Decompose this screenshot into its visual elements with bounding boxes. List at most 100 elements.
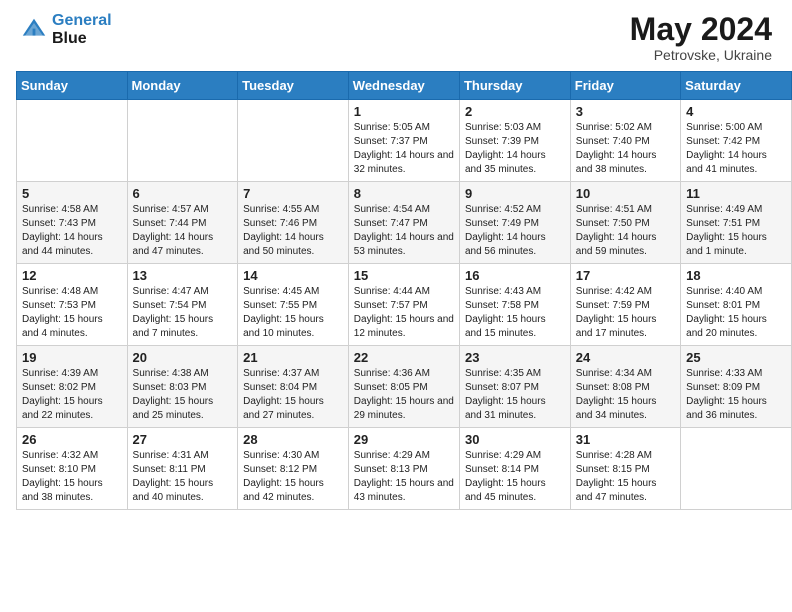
calendar-cell: 6 Sunrise: 4:57 AMSunset: 7:44 PMDaylight… [127,182,238,264]
calendar-cell [238,100,349,182]
day-info: Sunrise: 4:33 AMSunset: 8:09 PMDaylight:… [686,367,786,423]
calendar-cell: 10Sunrise: 4:51 AMSunset: 7:50 PMDayligh… [570,182,680,264]
calendar-week-row: 26Sunrise: 4:32 AMSunset: 8:10 PMDayligh… [17,428,792,510]
calendar-body: 1Sunrise: 5:05 AMSunset: 7:37 PMDaylight… [17,100,792,510]
day-info: Sunrise: 4:43 AMSunset: 7:58 PMDaylight:… [465,285,565,341]
weekday-header-row: SundayMondayTuesdayWednesdayThursdayFrid… [17,72,792,100]
logo-general: General [52,12,112,29]
calendar-header: SundayMondayTuesdayWednesdayThursdayFrid… [17,72,792,100]
calendar-cell: 21 Sunrise: 4:37 AMSunset: 8:04 PMDayligh… [238,346,349,428]
calendar-cell: 20Sunrise: 4:38 AMSunset: 8:03 PMDayligh… [127,346,238,428]
day-number: 17 [576,268,675,283]
calendar-cell: 18Sunrise: 4:40 AMSunset: 8:01 PMDayligh… [681,264,792,346]
calendar-cell: 22 Sunrise: 4:36 AMSunset: 8:05 PMDayligh… [348,346,459,428]
day-info: Sunrise: 4:40 AMSunset: 8:01 PMDaylight:… [686,285,786,341]
logo-text: General Blue [52,12,112,49]
calendar-cell: 12 Sunrise: 4:48 AMSunset: 7:53 PMDayligh… [17,264,128,346]
calendar-cell [681,428,792,510]
calendar-cell: 16 Sunrise: 4:43 AMSunset: 7:58 PMDayligh… [459,264,570,346]
day-number: 19 [22,350,122,365]
day-number: 14 [243,268,343,283]
calendar-cell [127,100,238,182]
weekday-header-tuesday: Tuesday [238,72,349,100]
day-info: Sunrise: 4:29 AMSunset: 8:14 PMDaylight:… [465,449,565,505]
day-number: 8 [354,186,454,201]
day-number: 5 [22,186,122,201]
day-info: Sunrise: 4:48 AMSunset: 7:53 PMDaylight:… [22,285,122,341]
calendar-cell: 30Sunrise: 4:29 AMSunset: 8:14 PMDayligh… [459,428,570,510]
day-info: Sunrise: 4:38 AMSunset: 8:03 PMDaylight:… [133,367,233,423]
day-info: Sunrise: 4:36 AMSunset: 8:05 PMDaylight:… [354,367,454,423]
calendar-cell: 9Sunrise: 4:52 AMSunset: 7:49 PMDaylight… [459,182,570,264]
calendar-cell: 15 Sunrise: 4:44 AMSunset: 7:57 PMDayligh… [348,264,459,346]
day-number: 13 [133,268,233,283]
day-number: 10 [576,186,675,201]
day-number: 11 [686,186,786,201]
day-number: 9 [465,186,565,201]
calendar-cell: 5 Sunrise: 4:58 AMSunset: 7:43 PMDaylight… [17,182,128,264]
day-info: Sunrise: 4:35 AMSunset: 8:07 PMDaylight:… [465,367,565,423]
day-number: 15 [354,268,454,283]
day-number: 22 [354,350,454,365]
day-info: Sunrise: 4:44 AMSunset: 7:57 PMDaylight:… [354,285,454,341]
day-number: 4 [686,104,786,119]
title-block: May 2024 Petrovske, Ukraine [630,12,772,63]
day-info: Sunrise: 4:32 AMSunset: 8:10 PMDaylight:… [22,449,122,505]
day-number: 31 [576,432,675,447]
calendar-cell: 19 Sunrise: 4:39 AMSunset: 8:02 PMDayligh… [17,346,128,428]
calendar-cell: 7Sunrise: 4:55 AMSunset: 7:46 PMDaylight… [238,182,349,264]
calendar-cell: 17 Sunrise: 4:42 AMSunset: 7:59 PMDayligh… [570,264,680,346]
page-header: General Blue May 2024 Petrovske, Ukraine [0,0,792,71]
calendar-table: SundayMondayTuesdayWednesdayThursdayFrid… [16,71,792,510]
calendar-week-row: 12 Sunrise: 4:48 AMSunset: 7:53 PMDayligh… [17,264,792,346]
calendar-wrapper: SundayMondayTuesdayWednesdayThursdayFrid… [0,71,792,518]
logo: General Blue [20,12,112,49]
calendar-cell: 3 Sunrise: 5:02 AMSunset: 7:40 PMDaylight… [570,100,680,182]
calendar-cell: 11 Sunrise: 4:49 AMSunset: 7:51 PMDayligh… [681,182,792,264]
day-info: Sunrise: 4:49 AMSunset: 7:51 PMDaylight:… [686,203,786,259]
calendar-cell: 25 Sunrise: 4:33 AMSunset: 8:09 PMDayligh… [681,346,792,428]
day-info: Sunrise: 4:55 AMSunset: 7:46 PMDaylight:… [243,203,343,259]
calendar-cell: 13Sunrise: 4:47 AMSunset: 7:54 PMDayligh… [127,264,238,346]
day-number: 3 [576,104,675,119]
logo-icon [20,16,48,44]
day-info: Sunrise: 4:58 AMSunset: 7:43 PMDaylight:… [22,203,122,259]
weekday-header-wednesday: Wednesday [348,72,459,100]
day-number: 1 [354,104,454,119]
day-number: 29 [354,432,454,447]
day-info: Sunrise: 4:57 AMSunset: 7:44 PMDaylight:… [133,203,233,259]
day-number: 21 [243,350,343,365]
day-info: Sunrise: 4:30 AMSunset: 8:12 PMDaylight:… [243,449,343,505]
day-number: 6 [133,186,233,201]
day-number: 2 [465,104,565,119]
day-info: Sunrise: 4:31 AMSunset: 8:11 PMDaylight:… [133,449,233,505]
day-number: 12 [22,268,122,283]
weekday-header-thursday: Thursday [459,72,570,100]
day-number: 28 [243,432,343,447]
day-info: Sunrise: 5:03 AMSunset: 7:39 PMDaylight:… [465,121,565,177]
day-info: Sunrise: 4:45 AMSunset: 7:55 PMDaylight:… [243,285,343,341]
day-info: Sunrise: 5:02 AMSunset: 7:40 PMDaylight:… [576,121,675,177]
calendar-week-row: 1Sunrise: 5:05 AMSunset: 7:37 PMDaylight… [17,100,792,182]
calendar-cell: 14 Sunrise: 4:45 AMSunset: 7:55 PMDayligh… [238,264,349,346]
weekday-header-monday: Monday [127,72,238,100]
day-number: 16 [465,268,565,283]
calendar-cell [17,100,128,182]
day-number: 27 [133,432,233,447]
calendar-cell: 4Sunrise: 5:00 AMSunset: 7:42 PMDaylight… [681,100,792,182]
day-info: Sunrise: 4:37 AMSunset: 8:04 PMDaylight:… [243,367,343,423]
day-info: Sunrise: 4:42 AMSunset: 7:59 PMDaylight:… [576,285,675,341]
calendar-cell: 26Sunrise: 4:32 AMSunset: 8:10 PMDayligh… [17,428,128,510]
calendar-cell: 24Sunrise: 4:34 AMSunset: 8:08 PMDayligh… [570,346,680,428]
calendar-cell: 8 Sunrise: 4:54 AMSunset: 7:47 PMDaylight… [348,182,459,264]
day-info: Sunrise: 4:39 AMSunset: 8:02 PMDaylight:… [22,367,122,423]
calendar-cell: 28 Sunrise: 4:30 AMSunset: 8:12 PMDayligh… [238,428,349,510]
calendar-title: May 2024 [630,12,772,47]
calendar-cell: 2 Sunrise: 5:03 AMSunset: 7:39 PMDaylight… [459,100,570,182]
day-info: Sunrise: 4:54 AMSunset: 7:47 PMDaylight:… [354,203,454,259]
day-number: 25 [686,350,786,365]
day-number: 24 [576,350,675,365]
day-info: Sunrise: 4:29 AMSunset: 8:13 PMDaylight:… [354,449,454,505]
day-info: Sunrise: 4:28 AMSunset: 8:15 PMDaylight:… [576,449,675,505]
calendar-cell: 23Sunrise: 4:35 AMSunset: 8:07 PMDayligh… [459,346,570,428]
